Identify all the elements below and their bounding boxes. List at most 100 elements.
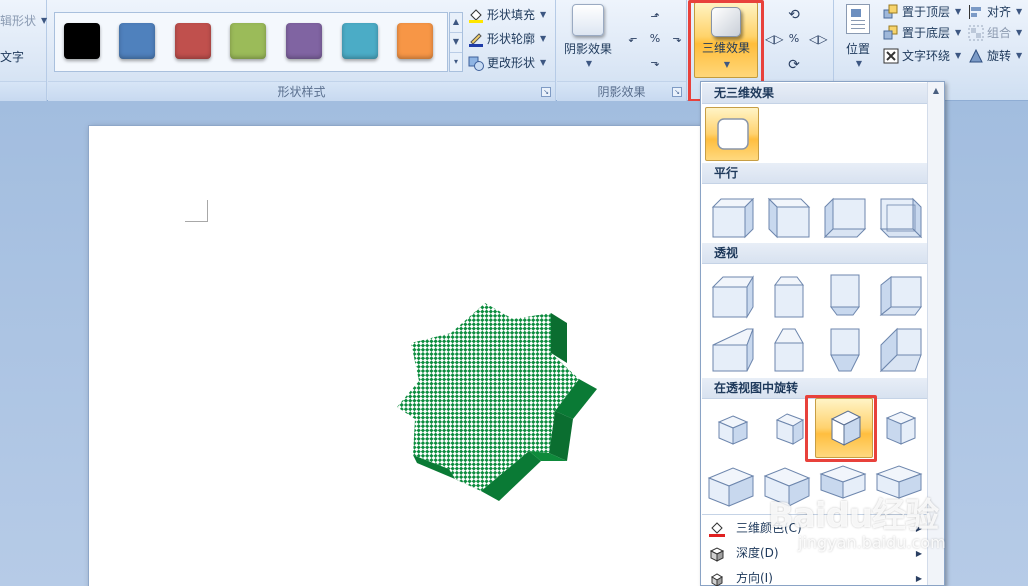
text-wrap-label: 文字环绕 <box>902 49 951 63</box>
rotation-option-3-selected[interactable] <box>815 398 873 458</box>
style-swatch-red[interactable] <box>175 23 211 59</box>
perspective-option-2[interactable] <box>763 269 815 321</box>
shadow-box-icon <box>572 4 604 36</box>
perspective-option-1[interactable] <box>707 269 759 321</box>
gallery-scrollbar[interactable]: ▲ ▼ ▾ <box>449 12 463 72</box>
3d-cube-icon <box>711 7 741 37</box>
group-label <box>0 81 46 101</box>
perspective-option-3[interactable] <box>819 269 871 321</box>
nudge-shadow-down-icon[interactable]: ⬎ <box>648 56 662 70</box>
group-label: 组合 <box>987 26 1012 40</box>
chevron-down-icon: ▼ <box>955 51 962 60</box>
no-3d-effect-option[interactable] <box>705 107 759 161</box>
tilt-up-icon[interactable]: ⟲ <box>787 8 801 22</box>
direction-menu-item[interactable]: 方向(I) ▶ <box>702 566 928 586</box>
chevron-down-icon: ▼ <box>1016 51 1023 60</box>
shadow-effects-group-label: 阴影效果 <box>557 81 686 101</box>
rotation-option-5[interactable] <box>705 458 757 510</box>
chevron-down-icon: ▼ <box>41 16 48 25</box>
3d-color-icon <box>708 520 726 538</box>
rotate-label: 旋转 <box>987 49 1012 63</box>
section-header-parallel: 平行 <box>702 163 927 184</box>
position-icon <box>846 4 870 34</box>
parallel-option-2[interactable] <box>763 189 815 241</box>
3d-star-shape[interactable] <box>389 301 609 511</box>
shape-styles-launcher-icon[interactable]: ↘ <box>541 87 551 97</box>
perspective-option-8[interactable] <box>875 323 927 375</box>
edit-shape-label: 编辑形状 <box>0 14 37 28</box>
chevron-down-icon: ▼ <box>723 60 731 69</box>
text-wrap-icon <box>883 48 899 64</box>
bring-front-icon <box>883 4 899 20</box>
margin-corner-mark <box>185 200 208 222</box>
section-header-perspective-rotation: 在透视图中旋转 <box>702 378 927 399</box>
scroll-up-icon[interactable]: ▲ <box>928 82 944 99</box>
chevron-down-icon: ▼ <box>1016 7 1023 16</box>
chevron-down-icon: ▼ <box>955 7 962 16</box>
3d-toggle-icon[interactable]: % <box>787 32 801 46</box>
shape-outline-button[interactable]: 形状轮廓 ▼ <box>468 28 546 50</box>
3d-effects-button[interactable]: 三维效果 ▼ <box>694 2 758 78</box>
nudge-shadow-left-icon[interactable]: ⬐ <box>626 32 640 46</box>
chevron-down-icon: ▼ <box>540 34 547 43</box>
bring-to-front-button[interactable]: 置于顶层 ▼ <box>883 1 961 23</box>
rotation-option-4[interactable] <box>875 404 927 456</box>
style-swatch-blue[interactable] <box>119 23 155 59</box>
shadow-effects-label: 阴影效果 <box>563 42 612 56</box>
style-swatch-orange[interactable] <box>397 23 433 59</box>
align-button[interactable]: 对齐 ▼ <box>968 1 1022 23</box>
paint-bucket-icon <box>468 7 484 23</box>
direction-label: 方向(I) <box>736 571 773 585</box>
section-header-perspective: 透视 <box>702 243 927 264</box>
style-swatch-black[interactable] <box>64 23 100 59</box>
shadow-effects-button[interactable]: 阴影效果 ▼ <box>560 2 616 68</box>
gallery-more-icon[interactable]: ▾ <box>450 53 462 73</box>
group-button[interactable]: 组合 ▼ <box>968 22 1022 44</box>
shadow-launcher-icon[interactable]: ↘ <box>672 87 682 97</box>
perspective-option-7[interactable] <box>819 323 871 375</box>
gallery-down-icon[interactable]: ▼ <box>450 33 462 53</box>
text-wrap-button[interactable]: 文字环绕 ▼ <box>883 45 961 67</box>
shape-fill-button[interactable]: 形状填充 ▼ <box>468 4 546 26</box>
chevron-down-icon: ▼ <box>1016 28 1023 37</box>
add-text-label: 加文字 <box>0 50 25 64</box>
shape-styles-group-label: 形状样式 <box>48 81 555 101</box>
tilt-right-icon[interactable]: ◁▷ <box>809 32 827 46</box>
shape-style-gallery[interactable] <box>54 12 448 72</box>
send-to-back-button[interactable]: 置于底层 ▼ <box>883 22 961 44</box>
shape-outline-label: 形状轮廓 <box>487 32 536 46</box>
add-text-button[interactable]: 加文字 <box>0 46 24 68</box>
nudge-shadow-right-icon[interactable]: ⬎ <box>670 32 684 46</box>
align-label: 对齐 <box>987 5 1012 19</box>
style-swatch-green[interactable] <box>230 23 266 59</box>
style-swatch-purple[interactable] <box>286 23 322 59</box>
document-page[interactable] <box>88 125 788 586</box>
edit-shape-button[interactable]: 编辑形状 ▼ <box>0 10 47 32</box>
parallel-option-1[interactable] <box>707 189 759 241</box>
position-button[interactable]: 位置 ▼ <box>840 2 876 68</box>
chevron-down-icon: ▼ <box>585 59 593 68</box>
rotation-option-2[interactable] <box>763 404 815 456</box>
rotate-button[interactable]: 旋转 ▼ <box>968 45 1022 67</box>
rotation-option-1[interactable] <box>707 404 759 456</box>
perspective-option-6[interactable] <box>763 323 815 375</box>
change-shape-button[interactable]: 更改形状 ▼ <box>468 52 546 74</box>
tilt-down-icon[interactable]: ⟳ <box>787 58 801 72</box>
parallel-option-4[interactable] <box>875 189 927 241</box>
change-shape-icon <box>468 55 484 71</box>
shape-fill-label: 形状填充 <box>487 8 536 22</box>
gallery-up-icon[interactable]: ▲ <box>450 13 462 33</box>
3d-effects-label: 三维效果 <box>701 41 750 55</box>
change-shape-label: 更改形状 <box>487 56 536 70</box>
parallel-option-3[interactable] <box>819 189 871 241</box>
perspective-option-5[interactable] <box>707 323 759 375</box>
nudge-shadow-up-icon[interactable]: ⬏ <box>648 10 662 24</box>
pen-outline-icon <box>468 31 484 47</box>
perspective-option-4[interactable] <box>875 269 927 321</box>
style-swatch-aqua[interactable] <box>342 23 378 59</box>
chevron-down-icon: ▼ <box>955 28 962 37</box>
tilt-left-icon[interactable]: ◁▷ <box>765 32 783 46</box>
shadow-toggle-icon[interactable]: % <box>648 32 662 46</box>
rotate-icon <box>968 48 984 64</box>
chevron-down-icon: ▼ <box>540 58 547 67</box>
